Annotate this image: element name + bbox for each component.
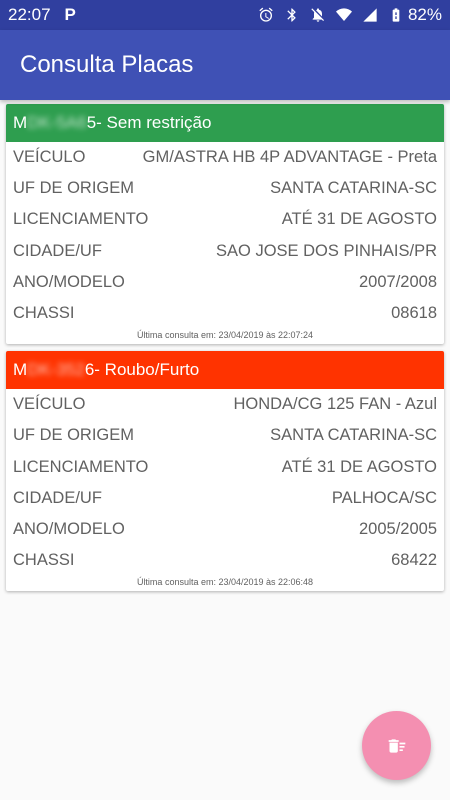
status-bar: 22:07 P 82% bbox=[0, 0, 450, 30]
row-value: 2007/2008 bbox=[359, 272, 437, 291]
info-row-uf-origem: UF DE ORIGEM SANTA CATARINA-SC bbox=[6, 173, 444, 204]
signal-icon bbox=[363, 8, 377, 22]
row-label: CHASSI bbox=[13, 304, 75, 323]
info-row-licenciamento: LICENCIAMENTO ATÉ 31 DE AGOSTO bbox=[6, 452, 444, 483]
battery-icon bbox=[392, 8, 400, 22]
row-value: 68422 bbox=[391, 551, 437, 570]
last-query-timestamp: Última consulta em: 23/04/2019 às 22:07:… bbox=[136, 330, 314, 341]
plate-status: - Sem restrição bbox=[96, 113, 212, 132]
info-row-cidade-uf: CIDADE/UF PALHOCA/SC bbox=[6, 483, 444, 514]
plate-card-header: M DK-5A6 5 - Sem restrição bbox=[6, 104, 444, 142]
plate-first-char: M bbox=[13, 360, 28, 380]
row-value: HONDA/CG 125 FAN - Azul bbox=[233, 395, 437, 414]
plate-card[interactable]: M DK-5A6 5 - Sem restrição VEÍCULO GM/ASTRA… bbox=[6, 104, 444, 345]
info-row-cidade-uf: CIDADE/UF SAO JOSE DOS PINHAIS/PR bbox=[6, 236, 444, 267]
battery-percent: 82% bbox=[407, 5, 442, 24]
row-label: UF DE ORIGEM bbox=[13, 426, 135, 445]
info-row-chassi: CHASSI 68422 bbox=[6, 545, 444, 576]
info-row-chassi: CHASSI 08618 bbox=[6, 298, 444, 329]
plate-hidden-chars: DK-5A6 bbox=[27, 113, 87, 132]
info-row-uf-origem: UF DE ORIGEM SANTA CATARINA-SC bbox=[6, 420, 444, 451]
row-label: UF DE ORIGEM bbox=[13, 179, 135, 198]
row-value: ATÉ 31 DE AGOSTO bbox=[281, 457, 437, 476]
row-value: SAO JOSE DOS PINHAIS/PR bbox=[216, 241, 437, 260]
row-label: CIDADE/UF bbox=[13, 241, 102, 260]
info-row-veiculo: VEÍCULO HONDA/CG 125 FAN - Azul bbox=[6, 389, 444, 420]
info-row-ano-modelo: ANO/MODELO 2005/2005 bbox=[6, 514, 444, 545]
row-label: ANO/MODELO bbox=[13, 519, 125, 538]
app-bar: Consulta Placas bbox=[0, 30, 450, 100]
plate-card[interactable]: M DK-352 6 - Roubo/Furto VEÍCULO HONDA/CG 1… bbox=[6, 351, 444, 592]
delete-sweep-icon bbox=[388, 738, 405, 753]
mute-icon bbox=[311, 8, 324, 22]
row-value: ATÉ 31 DE AGOSTO bbox=[281, 210, 437, 229]
plate-status: - Roubo/Furto bbox=[94, 360, 200, 380]
row-label: LICENCIAMENTO bbox=[13, 457, 149, 476]
plate-card-header: M DK-352 6 - Roubo/Furto bbox=[6, 351, 444, 390]
info-row-ano-modelo: ANO/MODELO 2007/2008 bbox=[6, 267, 444, 298]
row-value: 08618 bbox=[391, 304, 437, 323]
row-value: GM/ASTRA HB 4P ADVANTAGE - Preta bbox=[142, 148, 437, 167]
plate-last-char: 6 bbox=[84, 360, 95, 380]
alarm-icon bbox=[259, 7, 273, 22]
plate-first-char: M bbox=[13, 113, 28, 132]
row-label: ANO/MODELO bbox=[13, 272, 125, 291]
row-value: PALHOCA/SC bbox=[331, 488, 437, 507]
row-label: CHASSI bbox=[13, 551, 75, 570]
row-value: SANTA CATARINA-SC bbox=[270, 426, 437, 445]
bluetooth-icon bbox=[287, 8, 296, 22]
row-label: CIDADE/UF bbox=[13, 488, 102, 507]
row-label: VEÍCULO bbox=[13, 148, 86, 167]
info-row-licenciamento: LICENCIAMENTO ATÉ 31 DE AGOSTO bbox=[6, 204, 444, 235]
row-label: LICENCIAMENTO bbox=[13, 210, 149, 229]
wifi-icon bbox=[335, 8, 352, 21]
app-title: Consulta Placas bbox=[20, 51, 194, 78]
info-row-veiculo: VEÍCULO GM/ASTRA HB 4P ADVANTAGE - Preta bbox=[6, 142, 444, 173]
row-value: SANTA CATARINA-SC bbox=[270, 179, 437, 198]
plate-hidden-chars: DK-352 bbox=[27, 360, 85, 380]
results-list: M DK-5A6 5 - Sem restrição VEÍCULO GM/ASTRA… bbox=[0, 100, 450, 592]
status-time: 22:07 bbox=[8, 5, 51, 24]
row-value: 2005/2005 bbox=[359, 519, 437, 538]
plate-last-char: 5 bbox=[86, 113, 97, 132]
clear-history-button[interactable] bbox=[362, 711, 431, 780]
row-label: VEÍCULO bbox=[13, 395, 86, 414]
last-query-timestamp: Última consulta em: 23/04/2019 às 22:06:… bbox=[136, 577, 314, 588]
parking-notification-icon: P bbox=[64, 5, 76, 24]
